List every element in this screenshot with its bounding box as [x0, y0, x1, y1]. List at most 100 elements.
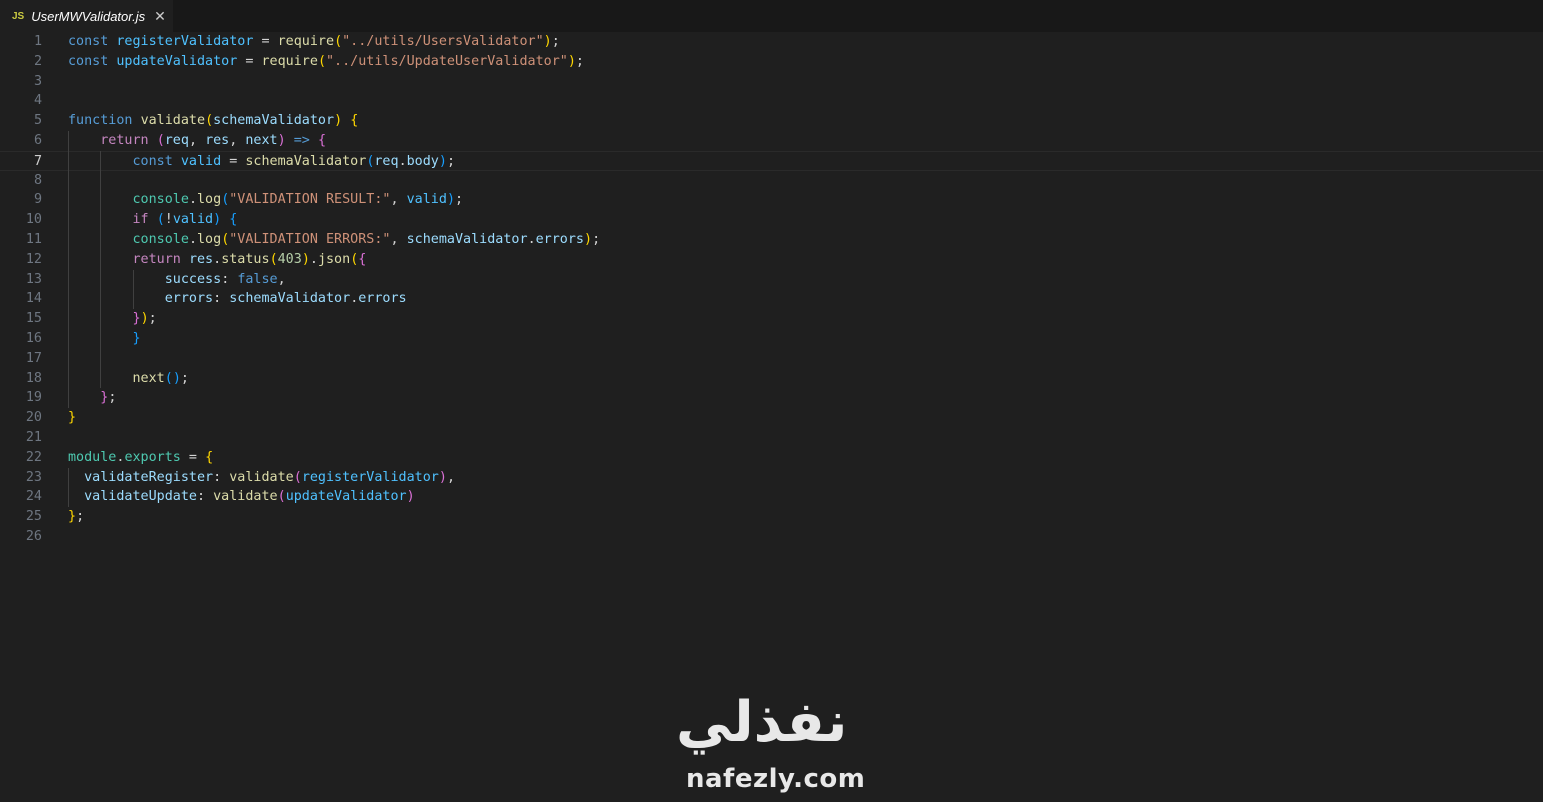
code-token: . — [309, 251, 318, 267]
code-token: success — [164, 271, 222, 287]
tab-usermwvalidator[interactable]: JS UserMWValidator.js ✕ — [0, 0, 173, 32]
code-token: ) — [438, 153, 447, 169]
code-token: updateValidator — [285, 489, 407, 505]
code-token: valid — [406, 192, 447, 208]
code-token: . — [527, 232, 536, 247]
code-line[interactable]: 23 validateRegister: validate(registerVa… — [0, 468, 1543, 488]
line-number: 20 — [25, 410, 42, 426]
code-token: : — [221, 271, 238, 287]
code-token: schemaValidator — [245, 153, 367, 169]
watermark-url: nafezly.com — [686, 764, 866, 794]
code-editor[interactable]: 1 const registerValidator = require("../u… — [0, 32, 1543, 802]
code-token: next — [245, 133, 278, 148]
code-token: validate — [140, 113, 206, 129]
code-token: res — [188, 251, 214, 267]
code-token: ( — [164, 370, 173, 386]
code-line[interactable]: 5 function validate(schemaValidator) { — [0, 111, 1543, 131]
code-line[interactable]: 25}; — [0, 507, 1543, 527]
code-line[interactable]: 24 validateUpdate: validate(updateValida… — [0, 487, 1543, 507]
code-line[interactable]: 9 console.log("VALIDATION RESULT:", vali… — [0, 190, 1543, 210]
code-line[interactable]: 12 return res.status(403).json({ — [0, 250, 1543, 270]
code-token: } — [68, 410, 77, 426]
code-line[interactable]: 7 const valid = schemaValidator(req.body… — [0, 150, 1543, 171]
line-code: const registerValidator = require("../ut… — [68, 32, 560, 52]
code-token: ; — [108, 390, 117, 406]
line-number: 4 — [33, 93, 42, 109]
code-token: const — [68, 53, 109, 69]
code-token: ( — [293, 469, 302, 485]
code-token: validate — [213, 489, 278, 505]
line-code: validateRegister: validate(registerValid… — [68, 468, 455, 488]
code-line[interactable]: 18 next(); — [0, 369, 1543, 389]
watermark-arabic: نفذلي — [676, 690, 848, 755]
code-token: , — [390, 232, 407, 247]
code-token: schemaValidator — [213, 113, 335, 129]
code-line[interactable]: 10 if (!valid) { — [0, 210, 1543, 230]
code-token: validateRegister — [84, 469, 214, 485]
code-token: ; — [551, 34, 560, 49]
line-number: 6 — [33, 133, 42, 148]
code-token: ) — [406, 489, 415, 505]
line-number: 13 — [25, 271, 42, 287]
code-line[interactable]: 21 — [0, 428, 1543, 448]
code-token: ! — [164, 212, 173, 228]
code-token: ( — [156, 133, 165, 148]
line-number: 23 — [25, 469, 42, 485]
line-code: } — [68, 329, 141, 349]
code-line[interactable]: 1 const registerValidator = require("../u… — [0, 32, 1543, 52]
code-token: req — [374, 153, 399, 169]
code-line[interactable]: 11 console.log("VALIDATION ERRORS:", sch… — [0, 230, 1543, 250]
code-token: ; — [148, 311, 157, 327]
code-line[interactable]: 3 — [0, 72, 1543, 92]
indent-guide — [100, 150, 102, 389]
line-number: 3 — [33, 73, 42, 89]
code-line[interactable]: 16 } — [0, 329, 1543, 349]
code-line[interactable]: 13 success: false, — [0, 270, 1543, 290]
code-token: json — [317, 251, 351, 267]
watermark-logo: نفذلي nafezly.com — [640, 690, 900, 802]
code-token: => — [293, 133, 310, 148]
line-number: 5 — [33, 113, 42, 129]
code-line[interactable]: 4 — [0, 91, 1543, 111]
code-line[interactable]: 22 module.exports = { — [0, 448, 1543, 468]
javascript-file-icon: JS — [12, 10, 25, 22]
code-line[interactable]: 15 }); — [0, 309, 1543, 329]
code-token: "../utils/UsersValidator" — [342, 34, 544, 49]
close-icon[interactable]: ✕ — [154, 8, 166, 25]
code-token: = — [221, 153, 246, 169]
code-token: = — [237, 53, 262, 69]
code-token: ; — [592, 232, 601, 247]
code-token: schemaValidator — [406, 232, 528, 247]
indent-guide — [68, 467, 69, 508]
code-line[interactable]: 20} — [0, 408, 1543, 428]
code-line[interactable]: 17 — [0, 349, 1543, 369]
line-code: return res.status(403).json({ — [68, 250, 367, 270]
code-token: body — [406, 153, 439, 169]
code-token: , — [188, 133, 206, 148]
code-line[interactable]: 2 const updateValidator = require("../uti… — [0, 52, 1543, 72]
code-token: , — [390, 192, 407, 208]
code-token: ( — [156, 212, 165, 228]
code-line[interactable]: 6 return (req, res, next) => { — [0, 131, 1543, 151]
code-line[interactable]: 8 — [0, 171, 1543, 191]
code-line[interactable]: 19 }; — [0, 388, 1543, 408]
line-number: 7 — [33, 153, 42, 169]
code-token: 403 — [277, 251, 302, 267]
code-token: ; — [446, 153, 455, 169]
indent-guide — [132, 269, 134, 310]
code-token: ( — [334, 34, 343, 49]
line-number: 17 — [25, 350, 42, 366]
line-number: 22 — [25, 449, 42, 465]
line-code: }; — [68, 388, 116, 408]
code-line[interactable]: 14 errors: schemaValidator.errors — [0, 289, 1543, 309]
code-line[interactable]: 26 — [0, 527, 1543, 547]
code-token: ; — [76, 509, 85, 525]
line-code: return (req, res, next) => { — [68, 131, 326, 151]
code-token: registerValidator — [301, 469, 439, 485]
line-number: 8 — [33, 172, 42, 188]
code-token: module — [68, 449, 117, 465]
line-number: 18 — [25, 370, 42, 386]
